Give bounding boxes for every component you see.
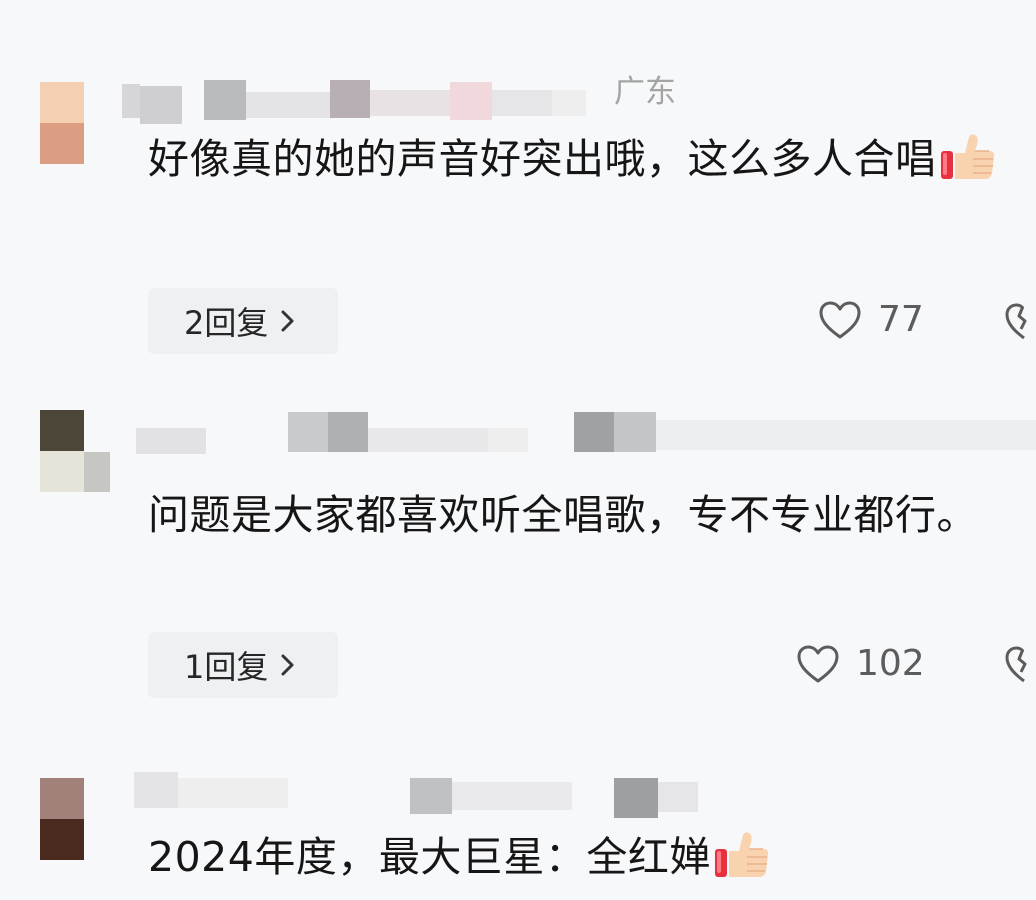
heart-outline-icon	[797, 645, 839, 682]
comment-list: 广东 好像真的她的声音好突出哦，这么多人合唱 2回复 77 问题是大家都喜欢听全…	[0, 0, 1036, 900]
comment-text-content: 问题是大家都喜欢听全唱歌，专不专业都行。	[148, 491, 978, 539]
like-count: 102	[856, 643, 925, 684]
comment-text: 好像真的她的声音好突出哦，这么多人合唱	[148, 128, 1036, 190]
comment-location: 广东	[614, 74, 676, 110]
view-replies-button[interactable]: 2回复	[148, 288, 338, 354]
broken-heart-icon	[1005, 303, 1027, 340]
username-redacted	[0, 768, 1036, 828]
thumbs-up-emoji-icon	[713, 831, 771, 879]
like-button[interactable]: 102	[796, 643, 925, 684]
like-count: 77	[878, 299, 924, 340]
comment-text: 2024年度，最大巨星：全红婵	[148, 826, 1036, 888]
like-button[interactable]: 77	[818, 299, 924, 340]
broken-heart-icon	[1005, 646, 1027, 683]
reply-count-label: 2回复	[184, 304, 269, 342]
username-redacted	[0, 408, 1036, 468]
thumbs-up-emoji-icon	[939, 133, 997, 181]
dislike-button[interactable]	[1004, 645, 1036, 685]
chevron-right-icon	[278, 306, 298, 336]
view-replies-button[interactable]: 1回复	[148, 632, 338, 698]
dislike-button[interactable]	[1004, 302, 1036, 342]
chevron-right-icon	[278, 650, 298, 680]
heart-outline-icon	[819, 301, 861, 338]
comment-text-content: 2024年度，最大巨星：全红婵	[148, 833, 711, 881]
username-redacted	[0, 76, 1036, 136]
comment-text: 问题是大家都喜欢听全唱歌，专不专业都行。	[148, 484, 1036, 546]
reply-count-label: 1回复	[184, 648, 269, 686]
comment-text-content: 好像真的她的声音好突出哦，这么多人合唱	[148, 135, 937, 183]
